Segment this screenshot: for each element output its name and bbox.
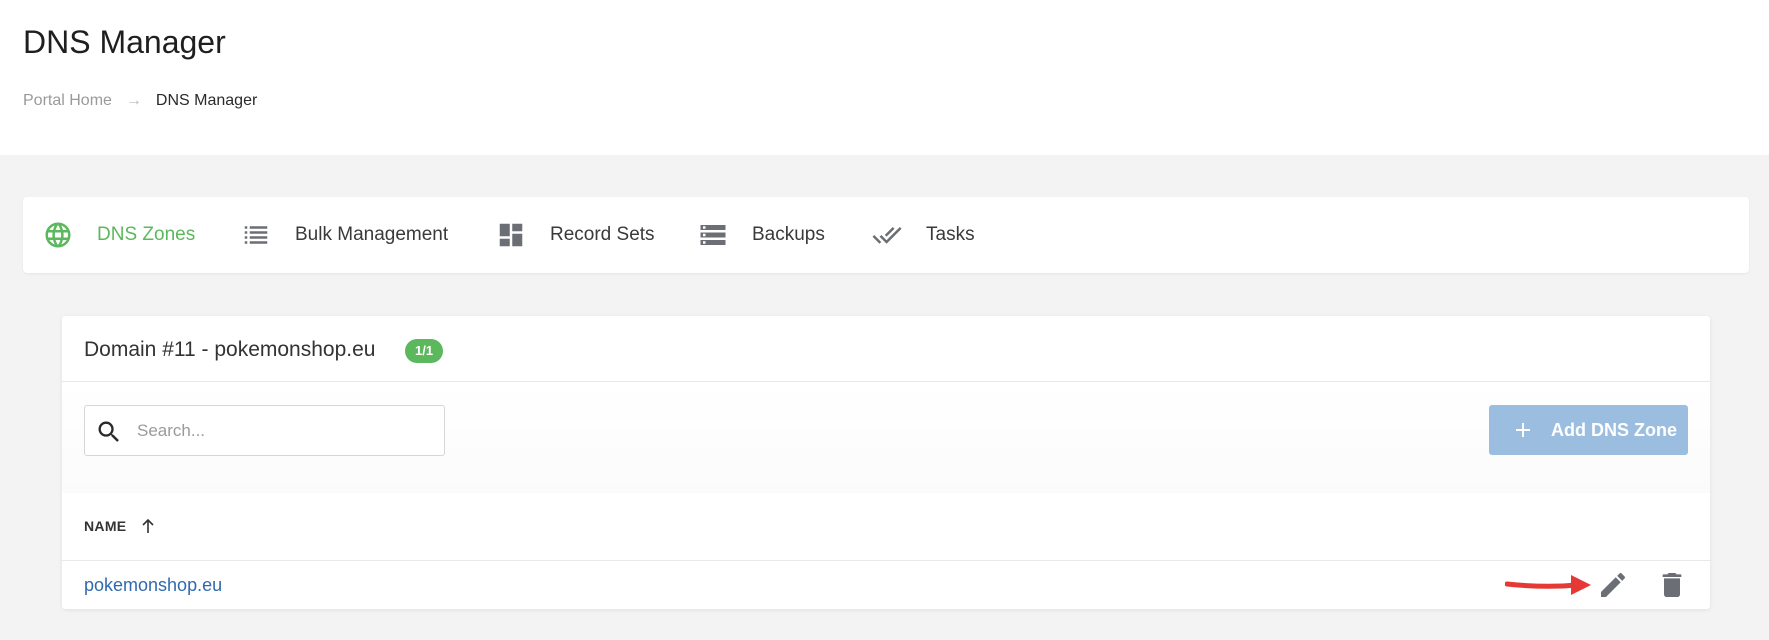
breadcrumb: Portal Home → DNS Manager bbox=[23, 92, 257, 110]
panel-toolbar: Add DNS Zone bbox=[62, 383, 1710, 493]
search-input[interactable] bbox=[137, 406, 437, 455]
tab-label: DNS Zones bbox=[97, 224, 196, 245]
tab-dns-zones[interactable]: DNS Zones bbox=[43, 197, 195, 273]
tab-bulk-management[interactable]: Bulk Management bbox=[241, 197, 448, 273]
edit-icon[interactable] bbox=[1597, 569, 1629, 601]
dns-zones-panel: Domain #11 - pokemonshop.eu 1/1 Add DNS … bbox=[62, 316, 1710, 609]
count-badge: 1/1 bbox=[405, 339, 444, 363]
plus-icon bbox=[1511, 418, 1535, 442]
panel-title: Domain #11 - pokemonshop.eu bbox=[84, 338, 376, 361]
tab-backups[interactable]: Backups bbox=[698, 197, 825, 273]
panel-header: Domain #11 - pokemonshop.eu 1/1 bbox=[62, 316, 1710, 382]
breadcrumb-home-link[interactable]: Portal Home bbox=[23, 92, 112, 110]
dashboard-icon bbox=[496, 220, 526, 250]
page-header: DNS Manager Portal Home → DNS Manager bbox=[0, 0, 1769, 155]
delete-icon[interactable] bbox=[1656, 569, 1688, 601]
search-box[interactable] bbox=[84, 405, 445, 456]
tab-label: Backups bbox=[752, 224, 825, 245]
list-icon bbox=[241, 220, 271, 250]
tab-tasks[interactable]: Tasks bbox=[872, 197, 975, 273]
add-dns-zone-label: Add DNS Zone bbox=[1551, 419, 1677, 440]
breadcrumb-arrow-icon: → bbox=[125, 92, 142, 109]
zone-name-link[interactable]: pokemonshop.eu bbox=[84, 575, 222, 596]
table-header: NAME bbox=[62, 493, 1710, 561]
globe-icon bbox=[43, 220, 73, 250]
storage-icon bbox=[698, 220, 728, 250]
tab-label: Tasks bbox=[926, 224, 975, 245]
tab-label: Bulk Management bbox=[295, 224, 449, 245]
tab-record-sets[interactable]: Record Sets bbox=[496, 197, 655, 273]
search-icon bbox=[95, 418, 123, 446]
tab-label: Record Sets bbox=[550, 224, 655, 245]
annotation-arrow-icon bbox=[1504, 572, 1593, 598]
breadcrumb-current: DNS Manager bbox=[155, 92, 258, 109]
table-row: pokemonshop.eu bbox=[62, 561, 1710, 609]
column-header-name[interactable]: NAME bbox=[84, 517, 156, 535]
add-dns-zone-button[interactable]: Add DNS Zone bbox=[1489, 405, 1688, 455]
column-header-label: NAME bbox=[84, 518, 127, 534]
tabs-bar: DNS Zones Bulk Management Record Sets Ba… bbox=[23, 197, 1749, 273]
sort-ascending-icon[interactable] bbox=[140, 517, 156, 535]
page-title: DNS Manager bbox=[23, 24, 226, 60]
double-check-icon bbox=[872, 220, 902, 250]
